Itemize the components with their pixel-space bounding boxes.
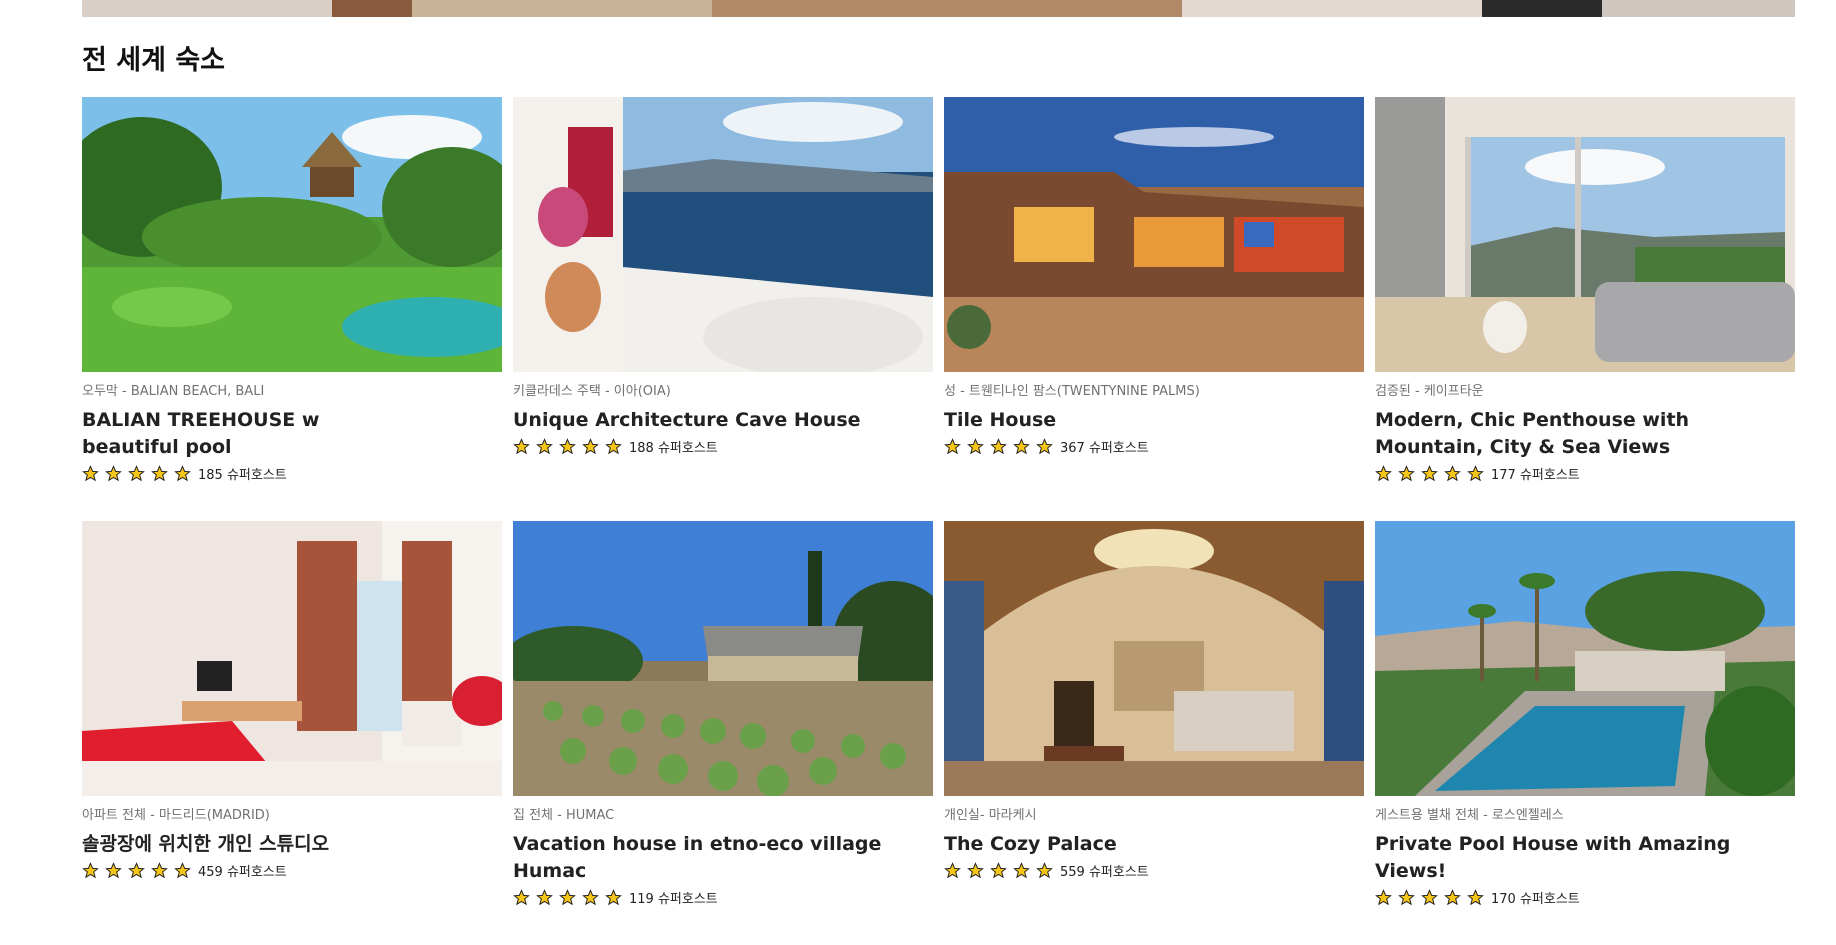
listing-rating: 559 슈퍼호스트 <box>944 860 1364 880</box>
listing-type-location: 키클라데스 주택 - 이아(OIA) <box>513 384 671 399</box>
star-icon <box>1036 861 1059 879</box>
listing-rating: 459 슈퍼호스트 <box>82 860 502 880</box>
star-rating <box>1375 888 1490 906</box>
listing-type-location: 성 - 트웬티나인 팜스(TWENTYNINE PALMS) <box>944 384 1200 399</box>
star-icon <box>1421 888 1444 906</box>
rating-text: 459 슈퍼호스트 <box>198 864 287 880</box>
listing-card[interactable]: 개인실- 마라케시 The Cozy Palace 559 슈퍼호스트 <box>944 521 1364 945</box>
star-icon <box>605 888 628 906</box>
listing-photo[interactable] <box>513 521 933 796</box>
star-icon <box>513 888 536 906</box>
star-icon <box>990 437 1013 455</box>
star-icon <box>128 464 151 482</box>
star-icon <box>1036 437 1059 455</box>
star-icon <box>1444 464 1467 482</box>
listing-rating: 170 슈퍼호스트 <box>1375 887 1795 907</box>
listing-type-location: 집 전체 - HUMAC <box>513 808 615 823</box>
star-icon <box>174 464 197 482</box>
star-icon <box>582 888 605 906</box>
listing-title[interactable]: The Cozy Palace <box>944 831 1364 858</box>
star-icon <box>151 861 174 879</box>
star-icon <box>944 437 967 455</box>
star-icon <box>174 861 197 879</box>
listing-title[interactable]: Vacation house in etno-eco village Humac <box>513 831 933 885</box>
star-icon <box>1013 861 1036 879</box>
listing-rating: 177 슈퍼호스트 <box>1375 463 1795 483</box>
star-icon <box>1467 464 1490 482</box>
star-icon <box>1444 888 1467 906</box>
star-icon <box>128 861 151 879</box>
star-icon <box>536 888 559 906</box>
star-rating <box>513 888 628 906</box>
star-icon <box>967 437 990 455</box>
star-icon <box>1013 437 1036 455</box>
star-icon <box>105 861 128 879</box>
listing-card[interactable]: 아파트 전체 - 마드리드(MADRID) 솔광장에 위치한 개인 스튜디오 4… <box>82 521 502 945</box>
listing-rating: 185 슈퍼호스트 <box>82 463 502 483</box>
listing-photo[interactable] <box>82 521 502 796</box>
listing-rating: 188 슈퍼호스트 <box>513 436 933 456</box>
star-icon <box>105 464 128 482</box>
listing-type-location: 검증된 - 케이프타운 <box>1375 384 1484 399</box>
listing-card[interactable]: 성 - 트웬티나인 팜스(TWENTYNINE PALMS) Tile Hous… <box>944 97 1364 521</box>
star-rating <box>944 437 1059 455</box>
listing-title[interactable]: Private Pool House with Amazing Views! <box>1375 831 1795 885</box>
star-icon <box>151 464 174 482</box>
star-icon <box>1375 464 1398 482</box>
star-rating <box>944 861 1059 879</box>
rating-text: 188 슈퍼호스트 <box>629 440 718 456</box>
listing-card[interactable]: 키클라데스 주택 - 이아(OIA) Unique Architecture C… <box>513 97 933 521</box>
rating-text: 170 슈퍼호스트 <box>1491 891 1580 907</box>
star-icon <box>967 861 990 879</box>
star-icon <box>82 861 105 879</box>
rating-text: 367 슈퍼호스트 <box>1060 440 1149 456</box>
listing-title[interactable]: Unique Architecture Cave House <box>513 407 933 434</box>
listing-card[interactable]: 게스트용 별채 전체 - 로스엔젤레스 Private Pool House w… <box>1375 521 1795 945</box>
star-rating <box>82 464 197 482</box>
star-icon <box>605 437 628 455</box>
listing-rating: 119 슈퍼호스트 <box>513 887 933 907</box>
rating-text: 185 슈퍼호스트 <box>198 467 287 483</box>
listing-title[interactable]: 솔광장에 위치한 개인 스튜디오 <box>82 831 502 858</box>
star-icon <box>1398 464 1421 482</box>
listing-title[interactable]: Modern, Chic Penthouse with Mountain, Ci… <box>1375 407 1795 461</box>
listing-photo[interactable] <box>944 521 1364 796</box>
top-image-strip <box>82 0 1795 17</box>
listing-photo[interactable] <box>1375 521 1795 796</box>
listing-card[interactable]: 검증된 - 케이프타운 Modern, Chic Penthouse with … <box>1375 97 1795 521</box>
listing-card[interactable]: 오두막 - BALIAN BEACH, BALI BALIAN TREEHOUS… <box>82 97 502 521</box>
listing-card[interactable]: 집 전체 - HUMAC Vacation house in etno-eco … <box>513 521 933 945</box>
star-icon <box>944 861 967 879</box>
listing-photo[interactable] <box>1375 97 1795 372</box>
listing-type-location: 게스트용 별채 전체 - 로스엔젤레스 <box>1375 808 1564 823</box>
star-icon <box>1398 888 1421 906</box>
star-icon <box>1375 888 1398 906</box>
star-icon <box>990 861 1013 879</box>
listing-photo[interactable] <box>513 97 933 372</box>
star-rating <box>513 437 628 455</box>
star-icon <box>536 437 559 455</box>
rating-text: 559 슈퍼호스트 <box>1060 864 1149 880</box>
listing-photo[interactable] <box>944 97 1364 372</box>
star-icon <box>559 888 582 906</box>
rating-text: 177 슈퍼호스트 <box>1491 467 1580 483</box>
listing-type-location: 개인실- 마라케시 <box>944 808 1037 823</box>
star-icon <box>1467 888 1490 906</box>
star-rating <box>82 861 197 879</box>
star-icon <box>582 437 605 455</box>
listing-type-location: 아파트 전체 - 마드리드(MADRID) <box>82 808 270 823</box>
listing-photo[interactable] <box>82 97 502 372</box>
listing-type-location: 오두막 - BALIAN BEACH, BALI <box>82 384 265 399</box>
star-icon <box>1421 464 1444 482</box>
listing-rating: 367 슈퍼호스트 <box>944 436 1364 456</box>
rating-text: 119 슈퍼호스트 <box>629 891 718 907</box>
star-icon <box>559 437 582 455</box>
star-icon <box>513 437 536 455</box>
listing-title[interactable]: Tile House <box>944 407 1364 434</box>
listing-grid: 오두막 - BALIAN BEACH, BALI BALIAN TREEHOUS… <box>82 97 1795 945</box>
listing-title[interactable]: BALIAN TREEHOUSE w beautiful pool <box>82 407 322 461</box>
star-icon <box>82 464 105 482</box>
star-rating <box>1375 464 1490 482</box>
section-title: 전 세계 숙소 <box>82 45 225 76</box>
